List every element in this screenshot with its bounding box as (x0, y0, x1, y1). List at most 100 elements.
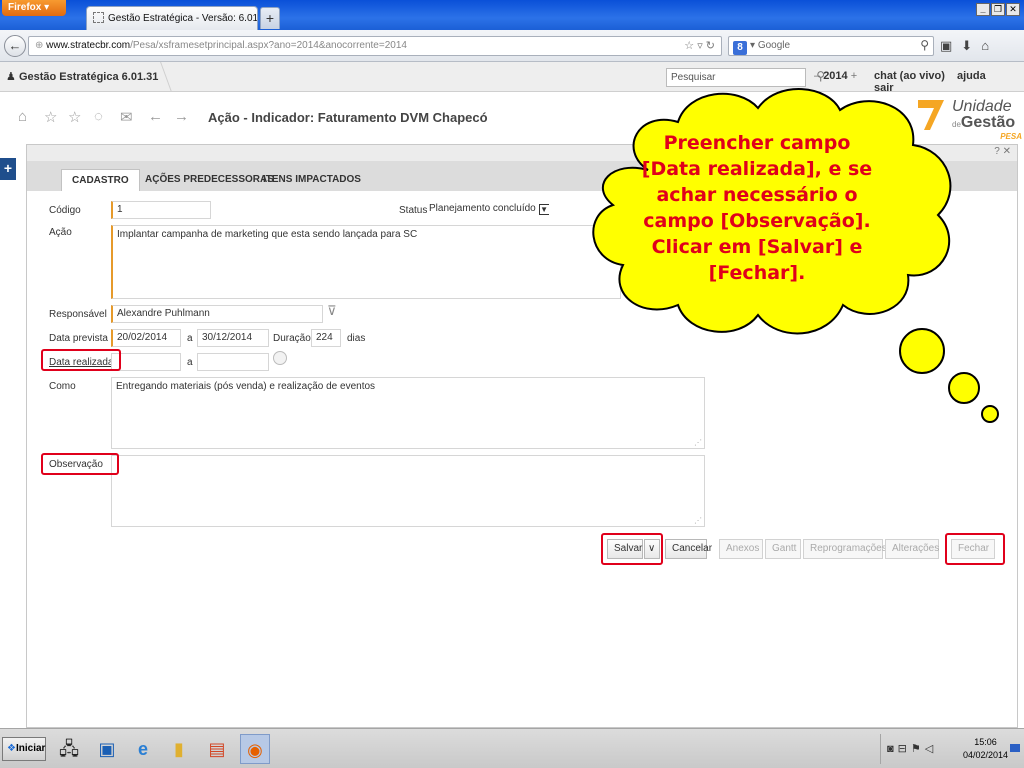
como-textarea[interactable]: Entregando materiais (pós venda) e reali… (111, 377, 705, 449)
url-domain: www.stratecbr.com (46, 40, 131, 51)
highlight-save (601, 533, 663, 565)
responsavel-field[interactable]: Alexandre Puhlmann (111, 305, 323, 323)
window-controls: _ ❐ ✕ (976, 3, 1020, 16)
powershell-icon[interactable]: ▣ (92, 734, 122, 764)
arrow-right-icon[interactable]: → (174, 108, 189, 125)
codigo-label: Código (49, 205, 81, 216)
clock-date: 04/02/2014 (962, 750, 1008, 760)
add-favorite-icon[interactable]: ☆ (44, 108, 57, 126)
browser-tab-title: Gestão Estratégica - Versão: 6.01.31 - L… (108, 13, 258, 24)
resize-grip-icon[interactable]: ⋰ (694, 516, 702, 525)
thought-bubbles (899, 328, 999, 423)
help-icon[interactable]: ? (994, 146, 1000, 157)
favorite-icon[interactable]: ☆ (68, 108, 81, 126)
search-dropdown-icon[interactable]: ▾ (750, 40, 758, 51)
mail-icon[interactable]: ✉ (120, 108, 133, 126)
filter-user-icon[interactable]: ⊽ (327, 303, 337, 319)
highlight-observacao (41, 453, 119, 475)
codigo-field[interactable]: 1 (111, 201, 211, 219)
tab-itens-impactados[interactable]: ITENS IMPACTADOS (253, 169, 371, 191)
como-value: Entregando materiais (pós venda) e reali… (116, 381, 376, 392)
duracao-label: Duração (273, 333, 311, 344)
chat-bubble-icon[interactable]: ◌ (94, 108, 103, 125)
url-bar[interactable]: ⊕ www.stratecbr.com/Pesa/xsframesetprinc… (28, 36, 722, 56)
data-realizada-fim[interactable] (197, 353, 269, 371)
dropdown-icon[interactable]: ▿ (697, 40, 703, 52)
start-button[interactable]: ❖Iniciar (2, 737, 46, 761)
acao-textarea[interactable]: Implantar campanha de marketing que esta… (111, 225, 621, 299)
bookmark-star-icon[interactable]: ☆ (684, 40, 694, 52)
resize-grip-icon[interactable]: ⋰ (694, 438, 702, 447)
reload-icon[interactable]: ↻ (706, 40, 715, 52)
status-dropdown-icon[interactable]: ▼ (538, 204, 549, 215)
reprogramacoes-button[interactable]: Reprogramações (803, 539, 887, 559)
search-engine-name: Google (757, 40, 791, 51)
data-prevista-fim[interactable]: 30/12/2014 (197, 329, 269, 347)
data-realizada-inicio[interactable] (111, 353, 181, 371)
windows-taskbar: ❖Iniciar 🖧 ▣ e ▮ ▤ ◉ ◙⊟⚑◁ 15:06 04/02/201… (0, 728, 1024, 768)
data-prevista-inicio[interactable]: 20/02/2014 (111, 329, 181, 347)
page-title: Ação - Indicador: Faturamento DVM Chapec… (208, 110, 488, 125)
page-favicon-icon (93, 12, 104, 23)
alteracoes-button[interactable]: Alterações (885, 539, 939, 559)
back-arrow-icon[interactable]: ← (4, 35, 26, 57)
arrow-left-icon[interactable]: ← (148, 108, 163, 125)
cancel-button[interactable]: Cancelar (665, 539, 712, 559)
tray-app-icon[interactable]: ◙ (887, 743, 898, 755)
volume-icon[interactable]: ◁ (925, 743, 937, 755)
frame-controls: ? ✕ (994, 146, 1011, 157)
url-path: /Pesa/xsframesetprincipal.aspx?ano=2014&… (130, 40, 407, 51)
observacao-textarea[interactable]: ⋰ (111, 455, 705, 527)
minimize-icon[interactable]: _ (976, 3, 990, 16)
browser-toolbar-icons: ▣⬇⌂ (940, 38, 998, 54)
bookmarks-icon[interactable]: ▣ (940, 38, 961, 53)
data-prevista-separator: a (187, 333, 193, 344)
search-icon[interactable]: ⚲ (920, 38, 929, 52)
browser-search-bar[interactable]: 8 ▾ Google ⚲ (728, 36, 934, 56)
flag-icon[interactable]: ⚑ (911, 743, 925, 755)
start-label: Iniciar (15, 743, 46, 754)
url-text: www.stratecbr.com/Pesa/xsframesetprincip… (46, 40, 407, 51)
internet-explorer-icon[interactable]: e (128, 734, 158, 764)
home-icon[interactable]: ⌂ (981, 38, 998, 53)
instruction-text: Preencher campo [Data realizada], e se a… (641, 132, 873, 284)
app-title-text: Gestão Estratégica 6.01.31 (18, 71, 159, 83)
app-title[interactable]: ♟ Gestão Estratégica 6.01.31 (6, 70, 158, 83)
close-frame-icon[interactable]: ✕ (1003, 146, 1011, 157)
data-realizada-separator: a (187, 357, 193, 368)
clock[interactable]: 15:06 04/02/2014 (963, 736, 1008, 762)
firefox-menu-button[interactable]: Firefox ▾ (2, 0, 66, 16)
anexos-button[interactable]: Anexos (719, 539, 763, 559)
show-desktop-button[interactable] (1010, 744, 1020, 752)
home-outline-icon[interactable]: ⌂ (18, 108, 27, 125)
duracao-field[interactable]: 224 (311, 329, 341, 347)
acao-label: Ação (49, 227, 72, 238)
tab-cadastro[interactable]: CADASTRO (61, 169, 140, 191)
dias-label: dias (347, 333, 366, 344)
google-icon: 8 (733, 41, 747, 55)
firefox-menu-label: Firefox (8, 2, 42, 13)
close-window-icon[interactable]: ✕ (1006, 3, 1020, 16)
server-manager-icon[interactable]: 🖧 (54, 734, 84, 764)
browser-tab[interactable]: Gestão Estratégica - Versão: 6.01.31 - L… (86, 6, 258, 30)
data-realizada-radio[interactable] (273, 351, 287, 365)
firefox-taskbar-icon[interactable]: ◉ (240, 734, 270, 764)
tray-icons: ◙⊟⚑◁ (887, 742, 937, 755)
system-tray: ◙⊟⚑◁ 15:06 04/02/2014 (880, 734, 1022, 764)
file-explorer-icon[interactable]: ▮ (164, 734, 194, 764)
download-icon[interactable]: ⬇ (961, 38, 981, 53)
data-prevista-label: Data prevista (49, 333, 108, 344)
restore-icon[interactable]: ❐ (991, 3, 1005, 16)
status-select[interactable]: Planejamento concluído ▼ (429, 201, 549, 219)
gantt-button[interactable]: Gantt (765, 539, 801, 559)
new-tab-button[interactable]: + (260, 7, 280, 29)
highlight-data-realizada (41, 349, 121, 371)
windows-logo-icon: ❖ (7, 743, 16, 754)
status-value: Planejamento concluído (429, 203, 536, 214)
sidebar-expand-button[interactable]: + (0, 158, 16, 180)
browser-nav-bar: ← ⊕ www.stratecbr.com/Pesa/xsframesetpri… (0, 30, 1024, 62)
responsavel-label: Responsável (49, 309, 107, 320)
powerpoint-icon[interactable]: ▤ (202, 734, 232, 764)
network-icon[interactable]: ⊟ (898, 743, 911, 755)
url-bar-icons: ☆ ▿ ↻ (684, 39, 715, 52)
